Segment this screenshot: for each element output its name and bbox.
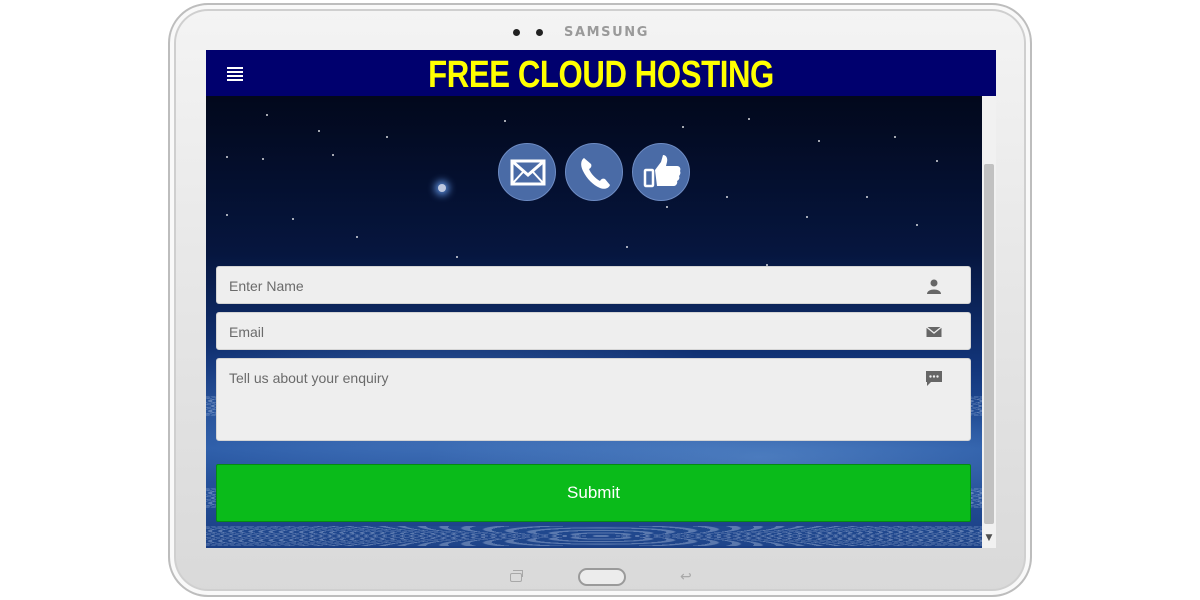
sensor-icon [536,29,543,36]
thumbs-up-icon [643,155,681,188]
email-contact-button[interactable] [498,143,556,201]
star [332,154,334,156]
email-icon [510,159,546,186]
name-field[interactable]: Enter Name [216,266,971,304]
star [916,224,918,226]
envelope-icon [926,326,942,337]
star [748,118,750,120]
star [356,236,358,238]
star [806,216,808,218]
hamburger-menu-icon[interactable] [227,67,243,81]
submit-button[interactable]: Submit [216,464,971,522]
star [292,218,294,220]
user-icon [927,279,941,294]
back-icon[interactable]: ↩ [680,570,692,584]
name-placeholder: Enter Name [229,278,304,294]
bright-star [438,184,446,192]
star [266,114,268,116]
star [626,246,628,248]
device-brand: SAMSUNG [564,25,650,40]
star [226,156,228,158]
recent-apps-icon[interactable] [510,570,523,582]
star [894,136,896,138]
star [666,206,668,208]
cloud-band [206,526,996,546]
email-field[interactable]: Email [216,312,971,350]
star [866,196,868,198]
app-header: FREE CLOUD HOSTING [206,50,996,96]
chat-bubble-icon [926,371,942,386]
star [726,196,728,198]
app-screen: FREE CLOUD HOSTING Enter Name Email Tell… [206,50,996,548]
like-button[interactable] [632,143,690,201]
star [386,136,388,138]
star [682,126,684,128]
star [226,214,228,216]
page-title: FREE CLOUD HOSTING [428,54,774,96]
enquiry-textarea[interactable]: Tell us about your enquiry [216,358,971,441]
star [936,160,938,162]
star [318,130,320,132]
home-button[interactable] [578,568,626,586]
vertical-scrollbar[interactable]: ▼ [982,96,996,548]
email-placeholder: Email [229,324,265,340]
star [818,140,820,142]
star [504,120,506,122]
camera-icon [513,29,520,36]
star [456,256,458,258]
phone-contact-button[interactable] [565,143,623,201]
enquiry-placeholder: Tell us about your enquiry [229,370,389,386]
chevron-down-icon[interactable]: ▼ [984,532,994,544]
star [262,158,264,160]
phone-icon [581,158,610,189]
scrollbar-thumb[interactable] [984,164,994,524]
